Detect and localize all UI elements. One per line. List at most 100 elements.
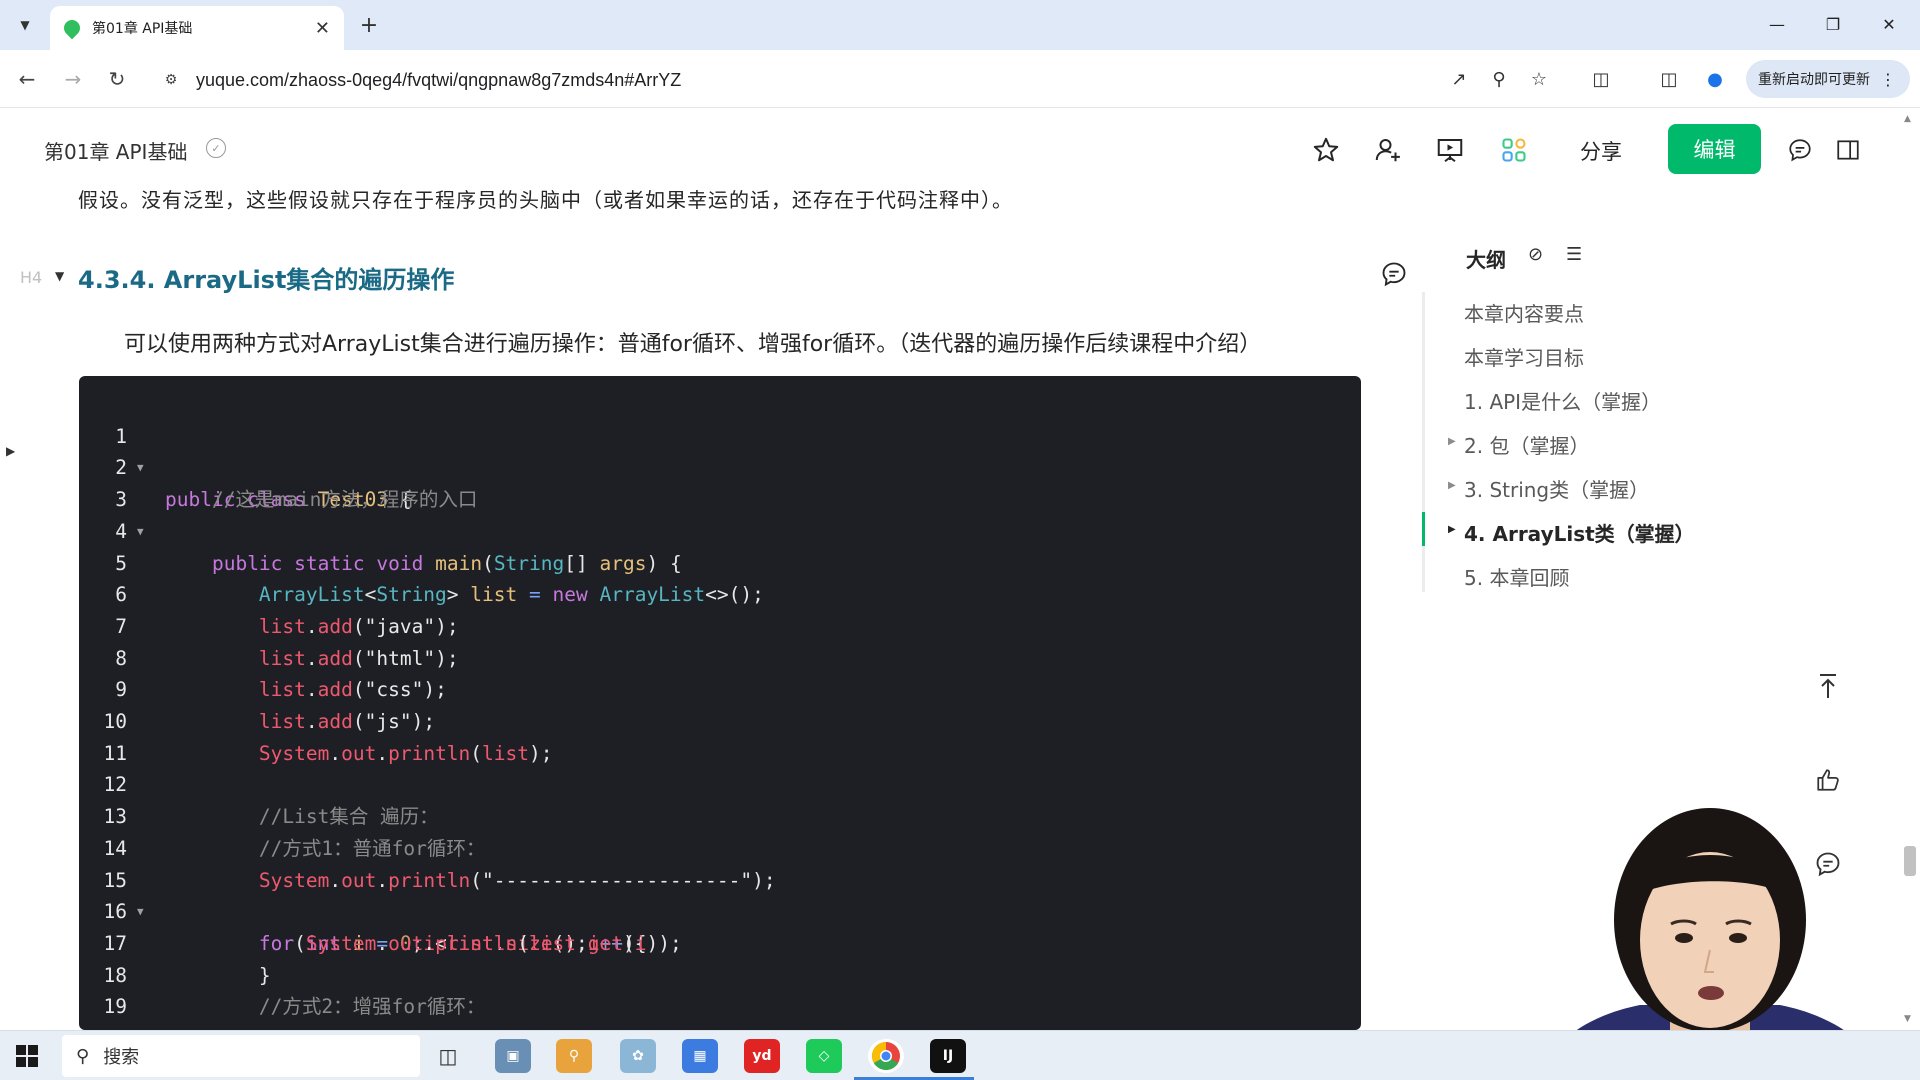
code-line: 1 ▼ public class Test03 { [79, 389, 1361, 511]
tab-search-button[interactable]: ▼ [10, 12, 40, 38]
code-line: 4 [79, 484, 1361, 543]
code-line: 2 //这是main方法，程序的入口 [79, 421, 1361, 511]
site-settings-icon[interactable]: ⚙ [160, 69, 182, 91]
update-label: 重新启动即可更新 [1758, 72, 1870, 88]
bookmark-star-icon[interactable]: ☆ [1526, 66, 1552, 92]
minimize-button[interactable]: — [1754, 8, 1800, 40]
document-title: 第01章 API基础 [44, 140, 188, 164]
hide-outline-icon[interactable]: ⊘ [1528, 244, 1543, 265]
toggle-panel-icon[interactable] [1830, 132, 1866, 168]
search-label: 搜索 [103, 1047, 140, 1068]
comment-icon[interactable] [1782, 132, 1818, 168]
outline-item[interactable]: 5. 本章回顾 [1464, 562, 1569, 591]
app-icon[interactable]: ▣ [495, 1039, 531, 1073]
start-button[interactable] [16, 1045, 38, 1067]
expand-caret-icon[interactable]: ▶ [1448, 524, 1456, 535]
outline-item[interactable]: 3. String类（掌握） [1464, 474, 1649, 503]
minimize-icon: — [1769, 14, 1785, 34]
chrome-icon[interactable] [868, 1039, 904, 1073]
code-line: 10 System.out.println(list); [79, 674, 1361, 765]
outline-item-active[interactable]: 4. ArrayList类（掌握） [1464, 518, 1695, 547]
task-view-icon[interactable]: ◫ [430, 1039, 466, 1073]
update-button[interactable]: 重新启动即可更新 ⋮ [1746, 60, 1910, 98]
code-line: 7 list.add("html"); [79, 579, 1361, 670]
outline-active-indicator [1422, 512, 1425, 546]
restore-icon: ❐ [1825, 14, 1841, 34]
outline-item[interactable]: 1. API是什么（掌握） [1464, 386, 1661, 415]
code-line: 18 //方式2：增强for循环： [79, 928, 1361, 1019]
code-line: 15 ▼ for(int i = 0;i<list.size();i++){ [79, 833, 1361, 955]
yuque-favicon-icon [60, 16, 84, 40]
app-icon[interactable]: ✿ [620, 1039, 656, 1073]
expand-caret-icon[interactable]: ▶ [1448, 480, 1456, 491]
more-vert-icon: ⋮ [1880, 69, 1896, 89]
app-icon[interactable]: ◇ [806, 1039, 842, 1073]
address-bar[interactable]: ⚙ yuque.com/zhaoss-0qeg4/fvqtwi/qngpnaw8… [160, 64, 1420, 96]
code-line: 17 } [79, 896, 1361, 987]
edit-label: 编辑 [1693, 138, 1736, 162]
search-icon: ⚲ [76, 1045, 90, 1067]
section-heading: 4.3.4. ArrayList集合的遍历操作 [78, 266, 455, 294]
add-collaborator-icon[interactable] [1370, 132, 1406, 168]
outline-item[interactable]: 2. 包（掌握） [1464, 430, 1589, 459]
close-icon: ✕ [1882, 14, 1896, 34]
code-line: 14 System.out.println("-----------------… [79, 801, 1361, 892]
back-button[interactable]: ← [12, 64, 42, 94]
code-line: 9 list.add("js"); [79, 643, 1361, 733]
presentation-icon[interactable] [1432, 132, 1468, 168]
apps-grid-icon[interactable] [1496, 132, 1532, 168]
open-in-app-icon[interactable]: ↗ [1446, 66, 1472, 92]
outline-title: 大纲 [1466, 248, 1506, 272]
code-line: 3 ▼ public static void main(String[] arg… [79, 452, 1361, 574]
document-header: 第01章 API基础 ✓ 分享 编辑 [0, 108, 1905, 192]
status-badge-icon: ✓ [206, 138, 226, 158]
expand-caret-icon[interactable]: ▶ [1448, 436, 1456, 447]
favorite-star-icon[interactable] [1308, 132, 1344, 168]
tab-title: 第01章 API基础 [92, 21, 193, 37]
scroll-up-icon[interactable]: ▲ [1904, 114, 1911, 124]
expand-sidebar-icon[interactable]: ▶ [6, 444, 15, 458]
body-paragraph: 可以使用两种方式对ArrayList集合进行遍历操作：普通for循环、增强for… [124, 332, 1262, 357]
profile-icon[interactable]: ● [1702, 66, 1728, 92]
reload-icon: ↻ [108, 67, 126, 91]
outline-track [1422, 292, 1425, 592]
share-button[interactable]: 分享 [1580, 136, 1622, 166]
collapse-caret-icon[interactable]: ▼ [55, 269, 64, 283]
browser-tab-active[interactable]: 第01章 API基础 ✕ [50, 6, 344, 50]
app-icon[interactable]: ▦ [682, 1039, 718, 1073]
browser-tab-bar: ▼ 第01章 API基础 ✕ + — ❐ ✕ [0, 0, 1920, 50]
outline-item[interactable]: 本章学习目标 [1464, 342, 1584, 371]
code-line: 5 ArrayList<String> list = new ArrayList… [79, 516, 1361, 607]
code-line: 20 ▼ for(String obj:list){ [79, 991, 1361, 1030]
reload-button[interactable]: ↻ [102, 64, 132, 94]
close-window-button[interactable]: ✕ [1866, 8, 1912, 40]
code-line: 12 //List集合 遍历： [79, 738, 1361, 828]
outline-item[interactable]: 本章内容要点 [1464, 298, 1584, 327]
chevron-down-icon: ▼ [20, 18, 30, 32]
arrow-right-icon: → [64, 67, 82, 91]
youdao-icon[interactable]: yd [744, 1039, 780, 1073]
line-number: 20 [79, 1023, 127, 1030]
intellij-icon[interactable]: IJ [930, 1039, 966, 1073]
back-to-top-icon[interactable] [1810, 668, 1846, 704]
browser-toolbar: ← → ↻ ⚙ yuque.com/zhaoss-0qeg4/fvqtwi/qn… [0, 50, 1920, 108]
windows-taskbar: ⚲ 搜索 ◫ ▣ ⚲ ✿ ▦ yd ◇ IJ [0, 1030, 1920, 1080]
code-line: 8 list.add("css"); [79, 611, 1361, 702]
restore-button[interactable]: ❐ [1810, 8, 1856, 40]
app-icon[interactable]: ⚲ [556, 1039, 592, 1073]
heading-level-marker: H4 [20, 268, 43, 287]
zoom-icon[interactable]: ⚲ [1486, 66, 1512, 92]
side-panel-icon[interactable]: ◫ [1656, 66, 1682, 92]
taskbar-search[interactable]: ⚲ 搜索 [62, 1035, 420, 1077]
forward-button[interactable]: → [58, 64, 88, 94]
close-tab-icon[interactable]: ✕ [315, 18, 330, 39]
code-line: 6 list.add("java"); [79, 548, 1361, 638]
arrow-left-icon: ← [18, 67, 36, 91]
add-comment-icon[interactable] [1380, 260, 1408, 288]
extensions-icon[interactable]: ◫ [1588, 66, 1614, 92]
code-block[interactable]: 1 ▼ public class Test03 { 2 //这是main方法，程… [79, 376, 1361, 1030]
code-line: 19 System.out.println("-----------------… [79, 960, 1361, 1030]
new-tab-button[interactable]: + [354, 10, 384, 40]
edit-button[interactable]: 编辑 [1668, 124, 1761, 174]
outline-list-icon[interactable]: ☰ [1566, 244, 1582, 265]
